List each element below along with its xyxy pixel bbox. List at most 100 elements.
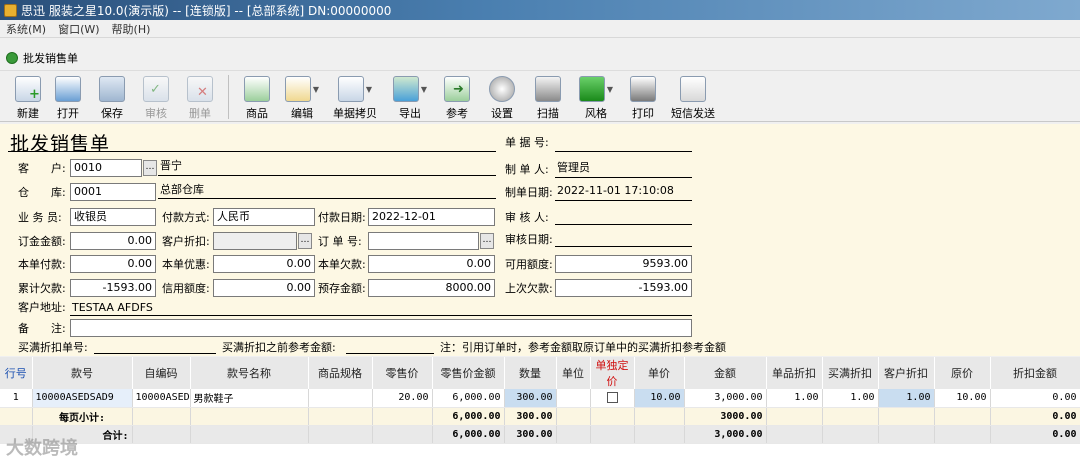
copy-bill-button[interactable]: ▼ 单据拷贝 (325, 71, 385, 123)
edit-button[interactable]: ▼ 编辑 (279, 71, 325, 123)
remark-field[interactable] (70, 319, 692, 337)
menu-help[interactable]: 帮助(H) (106, 21, 157, 37)
table-row[interactable]: 1 10000ASEDSAD9 10000ASEDS 男款鞋子 20.00 6,… (0, 389, 1080, 408)
col-header[interactable]: 商品规格 (308, 357, 373, 389)
this-paid-label: 本单付款: (18, 258, 66, 271)
col-header[interactable]: 折扣金额 (990, 357, 1080, 389)
maker-value: 管理员 (557, 161, 590, 174)
col-header[interactable]: 自编码 (132, 357, 191, 389)
col-header[interactable]: 单独定价 (590, 357, 635, 389)
warehouse-code-field[interactable]: 0001 (70, 183, 156, 201)
pay-date-field[interactable]: 2022-12-01 (368, 208, 495, 226)
credit-label: 信用额度: (162, 282, 210, 295)
this-discount-field[interactable]: 0.00 (213, 255, 315, 273)
auditor-label: 审 核 人: (505, 211, 549, 224)
col-header[interactable]: 行号 (0, 357, 33, 389)
cell-self-code[interactable]: 10000ASEDS (132, 389, 191, 408)
copy-icon (337, 76, 364, 102)
last-owe-field[interactable]: -1593.00 (555, 279, 692, 297)
col-header[interactable]: 款号 (32, 357, 133, 389)
order-no-field[interactable] (368, 232, 479, 250)
open-button[interactable]: 打开 (46, 71, 90, 123)
cell-amount[interactable]: 3,000.00 (684, 389, 767, 408)
total-qty: 300.00 (504, 425, 557, 444)
col-header[interactable]: 单品折扣 (766, 357, 823, 389)
cell-discount-amount[interactable]: 0.00 (990, 389, 1080, 408)
window-title: 思迅 服装之星10.0(演示版) -- [连锁版] -- [总部系统] DN:0… (21, 3, 392, 18)
checkmark-icon: ✓ (143, 76, 169, 102)
cum-owe-field[interactable]: -1593.00 (70, 279, 156, 297)
audit-button[interactable]: ✓ 审核 (134, 71, 178, 123)
menu-system[interactable]: 系统(M) (0, 21, 52, 37)
cell-unit-price[interactable]: 10.00 (634, 389, 685, 408)
col-header[interactable]: 买满折扣 (822, 357, 879, 389)
document-tab[interactable]: 批发销售单 (0, 48, 1080, 68)
cust-discount-browse-button[interactable]: … (298, 233, 312, 249)
cell-retail-amount[interactable]: 6,000.00 (432, 389, 505, 408)
subtotal-retail-amount: 6,000.00 (432, 407, 505, 426)
available-field[interactable]: 9593.00 (555, 255, 692, 273)
product-button[interactable]: 商品 (235, 71, 279, 123)
printer-icon (630, 76, 656, 102)
cell-empty (878, 407, 935, 426)
col-header[interactable]: 金额 (684, 357, 767, 389)
cell-original-price[interactable]: 10.00 (934, 389, 991, 408)
col-header[interactable]: 零售价 (372, 357, 433, 389)
cell-item-discount[interactable]: 1.00 (766, 389, 823, 408)
cell-item-name[interactable]: 男款鞋子 (190, 389, 309, 408)
style-icon-group: ▼ (578, 76, 614, 102)
col-header[interactable]: 单价 (634, 357, 685, 389)
menu-window[interactable]: 窗口(W) (52, 21, 105, 37)
watermark: 大数跨境 (6, 438, 78, 459)
col-header[interactable]: 数量 (504, 357, 557, 389)
cell-buyfull-discount[interactable]: 1.00 (822, 389, 879, 408)
deposit-field[interactable]: 0.00 (70, 232, 156, 250)
chevron-down-icon: ▼ (606, 84, 614, 94)
pay-method-field[interactable]: 人民币 (213, 208, 315, 226)
cell-unit[interactable] (556, 389, 591, 408)
cell-empty (590, 407, 635, 426)
delete-button[interactable]: ✕ 删单 (178, 71, 222, 123)
this-owe-field[interactable]: 0.00 (368, 255, 495, 273)
separate-price-checkbox[interactable] (606, 392, 618, 403)
cell-empty (308, 407, 373, 426)
customer-browse-button[interactable]: … (143, 160, 157, 176)
customer-code-field[interactable]: 0010 (70, 159, 142, 177)
scan-button[interactable]: 扫描 (525, 71, 571, 123)
envelope-icon (680, 76, 706, 102)
col-header[interactable]: 单位 (556, 357, 591, 389)
reference-button[interactable]: ➜ 参考 (435, 71, 479, 123)
col-header[interactable]: 原价 (934, 357, 991, 389)
basket-icon (244, 76, 270, 102)
cell-empty (590, 425, 635, 444)
col-header[interactable]: 款号名称 (190, 357, 309, 389)
credit-field[interactable]: 0.00 (213, 279, 315, 297)
this-discount-label: 本单优惠: (162, 258, 210, 271)
warehouse-name: 总部仓库 (160, 183, 204, 196)
cell-qty[interactable]: 300.00 (504, 389, 557, 408)
col-header[interactable]: 客户折扣 (878, 357, 935, 389)
settings-button[interactable]: 设置 (479, 71, 525, 123)
order-no-label: 订 单 号: (318, 235, 362, 248)
delete-x-icon: ✕ (187, 76, 213, 102)
cust-discount-field[interactable] (213, 232, 297, 250)
col-header[interactable]: 零售价金额 (432, 357, 505, 389)
save-button[interactable]: 保存 (90, 71, 134, 123)
this-paid-field[interactable]: 0.00 (70, 255, 156, 273)
new-button[interactable]: + 新建 (10, 71, 46, 123)
print-button[interactable]: 打印 (621, 71, 665, 123)
export-button[interactable]: ▼ 导出 (385, 71, 435, 123)
salesman-field[interactable]: 收银员 (70, 208, 156, 226)
order-no-browse-button[interactable]: … (480, 233, 494, 249)
cell-customer-discount[interactable]: 1.00 (878, 389, 935, 408)
cell-retail-price[interactable]: 20.00 (372, 389, 433, 408)
cell-spec[interactable] (308, 389, 373, 408)
style-button[interactable]: ▼ 风格 (571, 71, 621, 123)
sms-send-button[interactable]: 短信发送 (665, 71, 721, 123)
reference-note: 注：引用订单时，参考金额取原订单中的买满折扣参考金额 (440, 341, 726, 354)
prestore-field[interactable]: 8000.00 (368, 279, 495, 297)
cust-discount-label: 客户折扣: (162, 235, 210, 248)
cell-separate-price[interactable] (590, 389, 635, 408)
title-underline (8, 151, 496, 152)
cell-item-no[interactable]: 10000ASEDSAD9 (32, 389, 133, 408)
